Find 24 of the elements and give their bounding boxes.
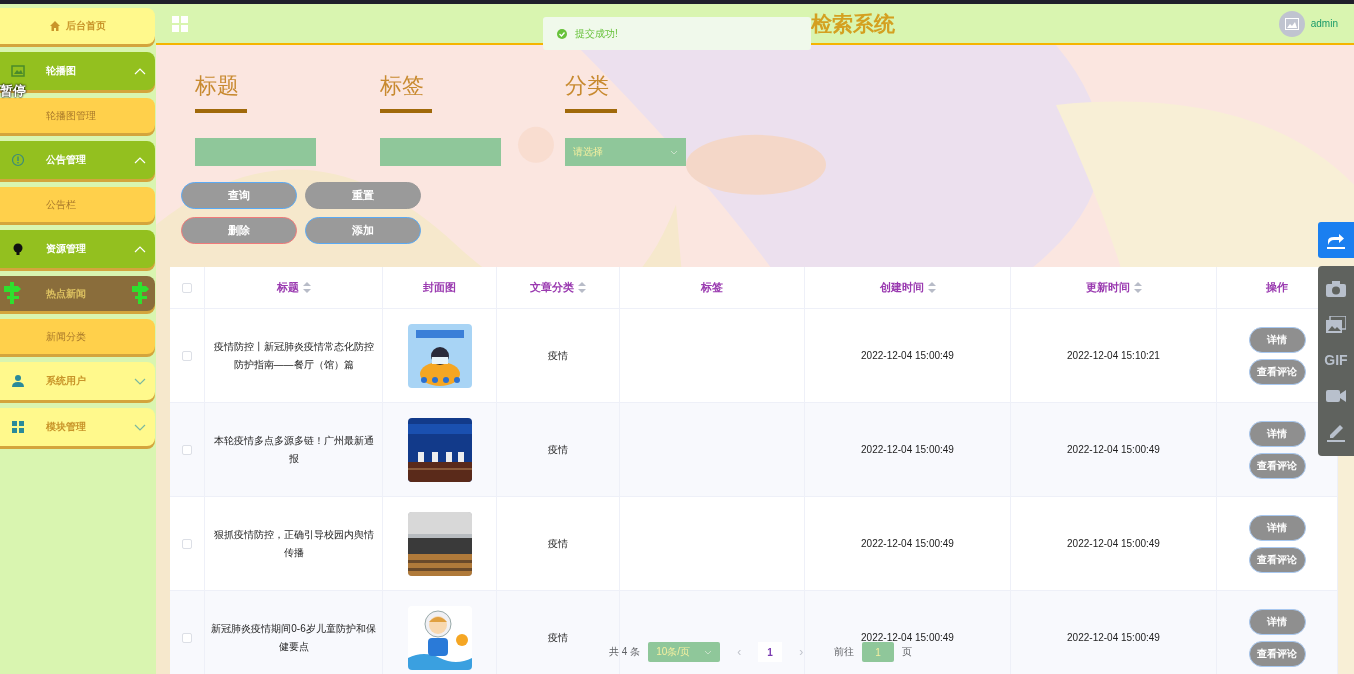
submenu-item[interactable]: 热点新闻 <box>0 276 155 311</box>
info-icon <box>11 153 25 167</box>
bulb-icon <box>11 242 25 256</box>
submenu-item[interactable]: 公告栏 <box>0 187 155 222</box>
app-title: 检索系统 <box>811 11 895 37</box>
grid-icon <box>11 420 25 434</box>
menu-group[interactable]: 公告管理 <box>0 141 155 179</box>
home-icon <box>49 21 60 31</box>
image-icon <box>1284 17 1299 30</box>
signpost-icon <box>132 282 149 304</box>
menu-icon[interactable] <box>172 15 188 32</box>
submenu-item[interactable]: 新闻分类 <box>0 319 155 354</box>
signpost-icon <box>4 282 21 304</box>
toast-message: 提交成功! <box>543 17 811 50</box>
menu-group[interactable]: 资源管理 <box>0 230 155 268</box>
avatar[interactable] <box>1278 10 1305 37</box>
picture-icon <box>11 64 25 78</box>
check-icon <box>557 28 567 39</box>
menu-group[interactable]: 模块管理 <box>0 408 155 446</box>
submenu-item[interactable]: 轮播图管理 <box>0 98 155 133</box>
user-icon <box>11 374 25 388</box>
menu-group[interactable]: 系统用户 <box>0 362 155 400</box>
menu-item[interactable]: 后台首页 <box>0 8 155 44</box>
user-name: admin <box>1310 18 1338 29</box>
